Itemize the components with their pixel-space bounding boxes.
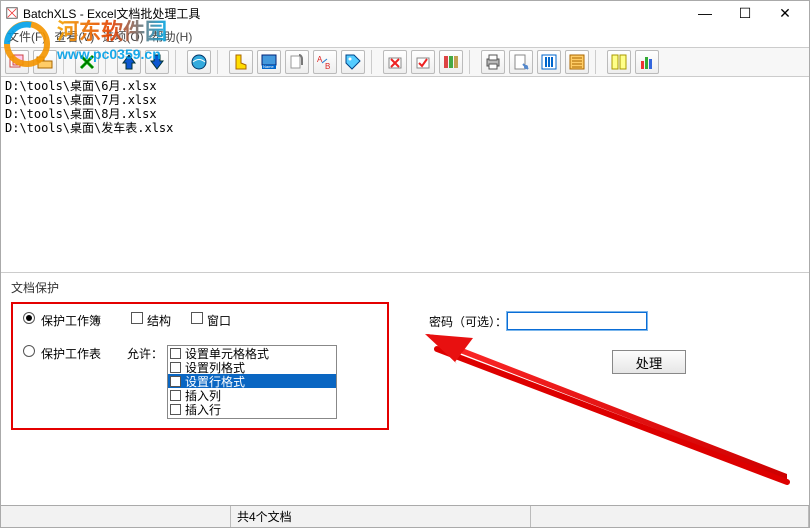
checkbox-structure[interactable] [131, 312, 143, 324]
allow-list[interactable]: 设置单元格格式 设置列格式 设置行格式 插入列 插入行 [167, 345, 337, 419]
title-bar: BatchXLS - Excel文档批处理工具 — ☐ ✕ [1, 1, 809, 25]
radio-protect-worksheet[interactable] [23, 345, 35, 357]
label-password: 密码（可选）： [429, 313, 507, 330]
tool-up-icon[interactable] [117, 50, 141, 74]
window-title: BatchXLS - Excel文档批处理工具 [23, 5, 685, 22]
label-allow: 允许： [127, 345, 163, 362]
minimize-button[interactable]: — [685, 1, 725, 25]
menu-file[interactable]: 文件(F) [7, 28, 46, 45]
tool-boot-icon[interactable] [229, 50, 253, 74]
file-item[interactable]: D:\tools\桌面\6月.xlsx [5, 79, 805, 93]
panel-title: 文档保护 [1, 273, 809, 300]
status-bar: 共4个文档 [1, 505, 809, 527]
tool-compare-icon[interactable] [607, 50, 631, 74]
label-structure: 结构 [147, 312, 171, 329]
label-protect-worksheet: 保护工作表 [41, 345, 101, 362]
tool-lock-close-icon[interactable] [383, 50, 407, 74]
tool-add-folder-icon[interactable] [33, 50, 57, 74]
status-count: 共4个文档 [231, 506, 531, 527]
menu-view[interactable]: 查看(V) [54, 28, 94, 45]
status-cell-left [1, 506, 231, 527]
tool-remove-icon[interactable] [75, 50, 99, 74]
svg-text:B: B [325, 62, 330, 71]
file-item[interactable]: D:\tools\桌面\7月.xlsx [5, 93, 805, 107]
tool-books-icon[interactable] [439, 50, 463, 74]
allow-item[interactable]: 插入行 [168, 402, 336, 416]
file-item[interactable]: D:\tools\桌面\8月.xlsx [5, 107, 805, 121]
label-protect-workbook: 保护工作簿 [41, 312, 101, 329]
close-button[interactable]: ✕ [765, 1, 805, 25]
tool-add-files-icon[interactable] [5, 50, 29, 74]
radio-protect-workbook[interactable] [23, 312, 35, 324]
file-item[interactable]: D:\tools\桌面\发车表.xlsx [5, 121, 805, 135]
tool-page-setup-icon[interactable] [509, 50, 533, 74]
app-icon [5, 6, 19, 20]
tool-lock-check-icon[interactable] [411, 50, 435, 74]
menu-help[interactable]: 帮助(H) [152, 28, 193, 45]
checkbox-window[interactable] [191, 312, 203, 324]
process-button[interactable]: 处理 [612, 350, 686, 374]
right-panel: 密码（可选）： 处理 [389, 302, 799, 430]
tool-ie-icon[interactable] [187, 50, 211, 74]
tool-a-to-b-icon[interactable]: AB [313, 50, 337, 74]
password-input[interactable] [507, 312, 647, 330]
menu-bar: 文件(F) 查看(V) 选项(O) 帮助(H) [1, 25, 809, 47]
menu-options[interactable]: 选项(O) [102, 28, 143, 45]
toolbar: Name AB [1, 47, 809, 77]
tool-chart-icon[interactable] [635, 50, 659, 74]
tool-attach-icon[interactable] [285, 50, 309, 74]
tool-columns-icon[interactable] [537, 50, 561, 74]
file-list[interactable]: D:\tools\桌面\6月.xlsx D:\tools\桌面\7月.xlsx … [1, 77, 809, 273]
tool-down-icon[interactable] [145, 50, 169, 74]
svg-text:Name: Name [263, 64, 274, 69]
tool-tag-icon[interactable] [341, 50, 365, 74]
tool-print-icon[interactable] [481, 50, 505, 74]
maximize-button[interactable]: ☐ [725, 1, 765, 25]
protect-panel: 保护工作簿 结构 窗口 保护工作表 允许： 设置单元格格式 设置列格式 设置行格… [11, 302, 389, 430]
status-cell-right [531, 506, 809, 527]
label-window: 窗口 [207, 312, 231, 329]
tool-list-icon[interactable] [565, 50, 589, 74]
tool-name-icon[interactable]: Name [257, 50, 281, 74]
